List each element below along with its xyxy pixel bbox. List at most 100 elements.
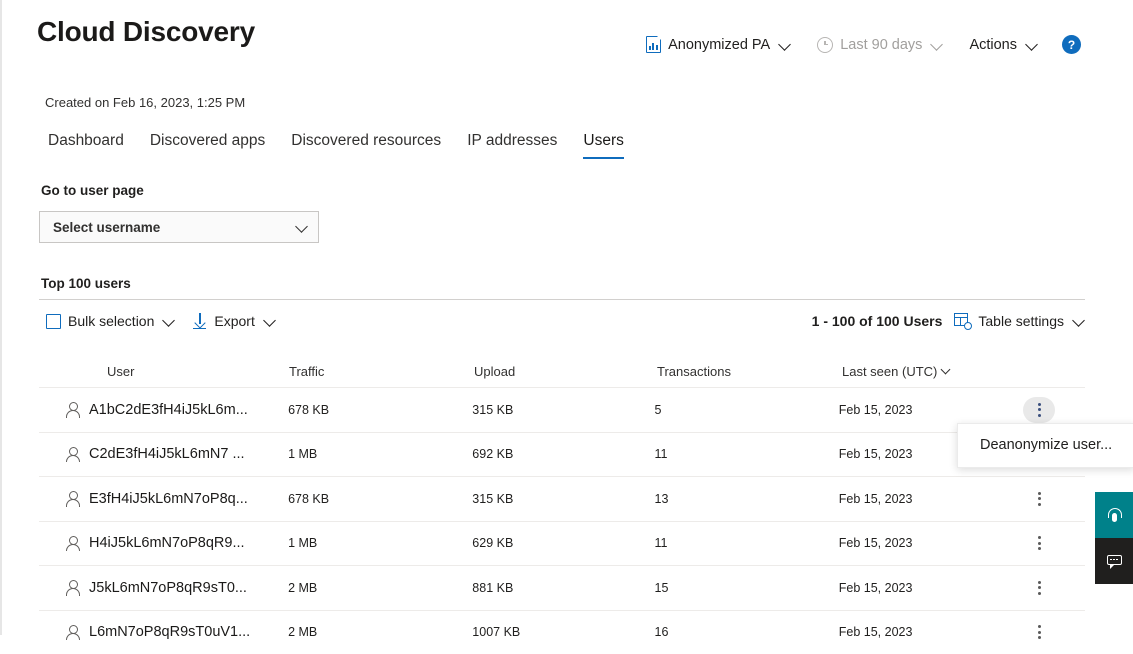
cell-last-seen: Feb 15, 2023 — [839, 403, 1023, 417]
cell-actions — [1023, 397, 1085, 423]
table-settings-button[interactable]: Table settings — [954, 313, 1085, 329]
export-label: Export — [214, 313, 254, 329]
download-icon — [193, 313, 207, 329]
cell-transactions: 11 — [655, 447, 839, 461]
cell-transactions: 15 — [655, 581, 839, 595]
tab-discovered-resources[interactable]: Discovered resources — [278, 132, 454, 159]
username-select[interactable]: Select username — [39, 211, 319, 243]
cell-transactions: 11 — [655, 536, 839, 550]
cell-last-seen: Feb 15, 2023 — [839, 625, 1023, 639]
row-context-menu: Deanonymize user... — [957, 423, 1133, 468]
result-count: 1 - 100 of 100 Users — [812, 313, 943, 329]
floating-widgets — [1095, 492, 1133, 584]
table-row[interactable]: E3fH4iJ5kL6mN7oP8q... 678 KB 315 KB 13 F… — [39, 476, 1085, 521]
users-table: User Traffic Upload Transactions Last se… — [39, 355, 1085, 654]
cell-upload: 315 KB — [472, 403, 654, 417]
cell-user-label: C2dE3fH4iJ5kL6mN7 ... — [89, 446, 245, 462]
help-icon[interactable]: ? — [1062, 35, 1081, 54]
tab-discovered-apps[interactable]: Discovered apps — [137, 132, 278, 159]
cell-traffic: 1 MB — [288, 447, 472, 461]
cell-user[interactable]: L6mN7oP8qR9sT0uV1... — [39, 624, 288, 640]
table-toolbar: Bulk selection Export 1 - 100 of 100 Use… — [39, 313, 1085, 343]
clock-icon — [817, 37, 833, 53]
column-header-last-seen-label: Last seen (UTC) — [842, 364, 937, 379]
table-row[interactable]: A1bC2dE3fH4iJ5kL6m... 678 KB 315 KB 5 Fe… — [39, 387, 1085, 432]
tab-ip-addresses[interactable]: IP addresses — [454, 132, 570, 159]
cell-user[interactable]: E3fH4iJ5kL6mN7oP8q... — [39, 491, 288, 507]
cell-upload: 1007 KB — [472, 625, 654, 639]
cell-user[interactable]: H4iJ5kL6mN7oP8qR9... — [39, 535, 288, 551]
actions-button[interactable]: Actions — [961, 34, 1046, 56]
person-icon — [65, 535, 80, 551]
cell-traffic: 1 MB — [288, 536, 472, 550]
cloud-discovery-page: Cloud Discovery Anonymized PA Last 90 da… — [0, 0, 1133, 635]
toolbar-right-group: 1 - 100 of 100 Users Table settings — [812, 313, 1085, 329]
support-widget-button[interactable] — [1095, 492, 1133, 538]
cell-last-seen: Feb 15, 2023 — [839, 492, 1023, 506]
tab-dashboard[interactable]: Dashboard — [42, 132, 137, 159]
cell-user-label: H4iJ5kL6mN7oP8qR9... — [89, 535, 245, 551]
cell-transactions: 5 — [655, 403, 839, 417]
chevron-down-icon — [1026, 39, 1038, 51]
column-header-user[interactable]: User — [39, 364, 289, 379]
report-selector-label: Anonymized PA — [668, 37, 770, 53]
row-menu-button[interactable] — [1023, 619, 1055, 645]
cell-user[interactable]: A1bC2dE3fH4iJ5kL6m... — [39, 402, 288, 418]
person-icon — [65, 491, 80, 507]
export-button[interactable]: Export — [193, 313, 275, 329]
column-header-transactions[interactable]: Transactions — [657, 364, 842, 379]
feedback-widget-button[interactable] — [1095, 538, 1133, 584]
header-actions: Anonymized PA Last 90 days Actions ? — [638, 33, 1081, 56]
person-icon — [65, 580, 80, 596]
checkbox-icon[interactable] — [46, 314, 61, 329]
column-header-upload[interactable]: Upload — [474, 364, 657, 379]
table-row[interactable]: H4iJ5kL6mN7oP8qR9... 1 MB 629 KB 11 Feb … — [39, 521, 1085, 566]
cell-upload: 692 KB — [472, 447, 654, 461]
tab-users[interactable]: Users — [570, 132, 636, 159]
cell-last-seen: Feb 15, 2023 — [839, 536, 1023, 550]
chevron-down-icon — [264, 315, 276, 327]
toolbar-left-group: Bulk selection Export — [46, 313, 276, 329]
cell-upload: 881 KB — [472, 581, 654, 595]
table-settings-label: Table settings — [978, 313, 1064, 329]
page-header: Cloud Discovery Anonymized PA Last 90 da… — [2, 0, 1133, 78]
chevron-down-icon — [779, 39, 791, 51]
tab-bar: Dashboard Discovered apps Discovered res… — [42, 132, 637, 159]
table-settings-icon — [954, 313, 971, 329]
page-title: Cloud Discovery — [37, 16, 255, 48]
feedback-bubble-icon — [1107, 555, 1122, 568]
report-selector-button[interactable]: Anonymized PA — [638, 33, 799, 56]
person-icon — [65, 402, 80, 418]
table-row[interactable]: C2dE3fH4iJ5kL6mN7 ... 1 MB 692 KB 11 Feb… — [39, 432, 1085, 477]
cell-user[interactable]: J5kL6mN7oP8qR9sT0... — [39, 580, 288, 596]
table-row[interactable]: L6mN7oP8qR9sT0uV1... 2 MB 1007 KB 16 Feb… — [39, 610, 1085, 654]
actions-label: Actions — [969, 37, 1017, 53]
created-on-text: Created on Feb 16, 2023, 1:25 PM — [45, 95, 245, 110]
table-row[interactable]: J5kL6mN7oP8qR9sT0... 2 MB 881 KB 15 Feb … — [39, 565, 1085, 610]
chevron-down-icon — [1073, 315, 1085, 327]
person-icon — [65, 624, 80, 640]
cell-traffic: 678 KB — [288, 403, 472, 417]
sort-descending-icon — [942, 366, 952, 376]
cell-traffic: 2 MB — [288, 625, 472, 639]
row-menu-button[interactable] — [1023, 575, 1055, 601]
menu-item-deanonymize-user[interactable]: Deanonymize user... — [958, 432, 1133, 458]
cell-actions — [1023, 575, 1085, 601]
cell-transactions: 13 — [655, 492, 839, 506]
row-menu-button[interactable] — [1023, 397, 1055, 423]
column-header-last-seen[interactable]: Last seen (UTC) — [842, 364, 1027, 379]
row-menu-button[interactable] — [1023, 486, 1055, 512]
row-menu-button[interactable] — [1023, 530, 1055, 556]
cell-actions — [1023, 619, 1085, 645]
headset-icon — [1107, 508, 1121, 523]
bulk-selection-label: Bulk selection — [68, 313, 154, 329]
chevron-down-icon — [296, 221, 308, 233]
go-to-user-page-label: Go to user page — [41, 183, 144, 198]
bulk-selection-button[interactable]: Bulk selection — [46, 313, 175, 329]
cell-traffic: 2 MB — [288, 581, 472, 595]
column-header-traffic[interactable]: Traffic — [289, 364, 474, 379]
cell-user[interactable]: C2dE3fH4iJ5kL6mN7 ... — [39, 446, 288, 462]
cell-traffic: 678 KB — [288, 492, 472, 506]
section-title: Top 100 users — [41, 276, 131, 291]
date-range-button[interactable]: Last 90 days — [809, 34, 951, 56]
